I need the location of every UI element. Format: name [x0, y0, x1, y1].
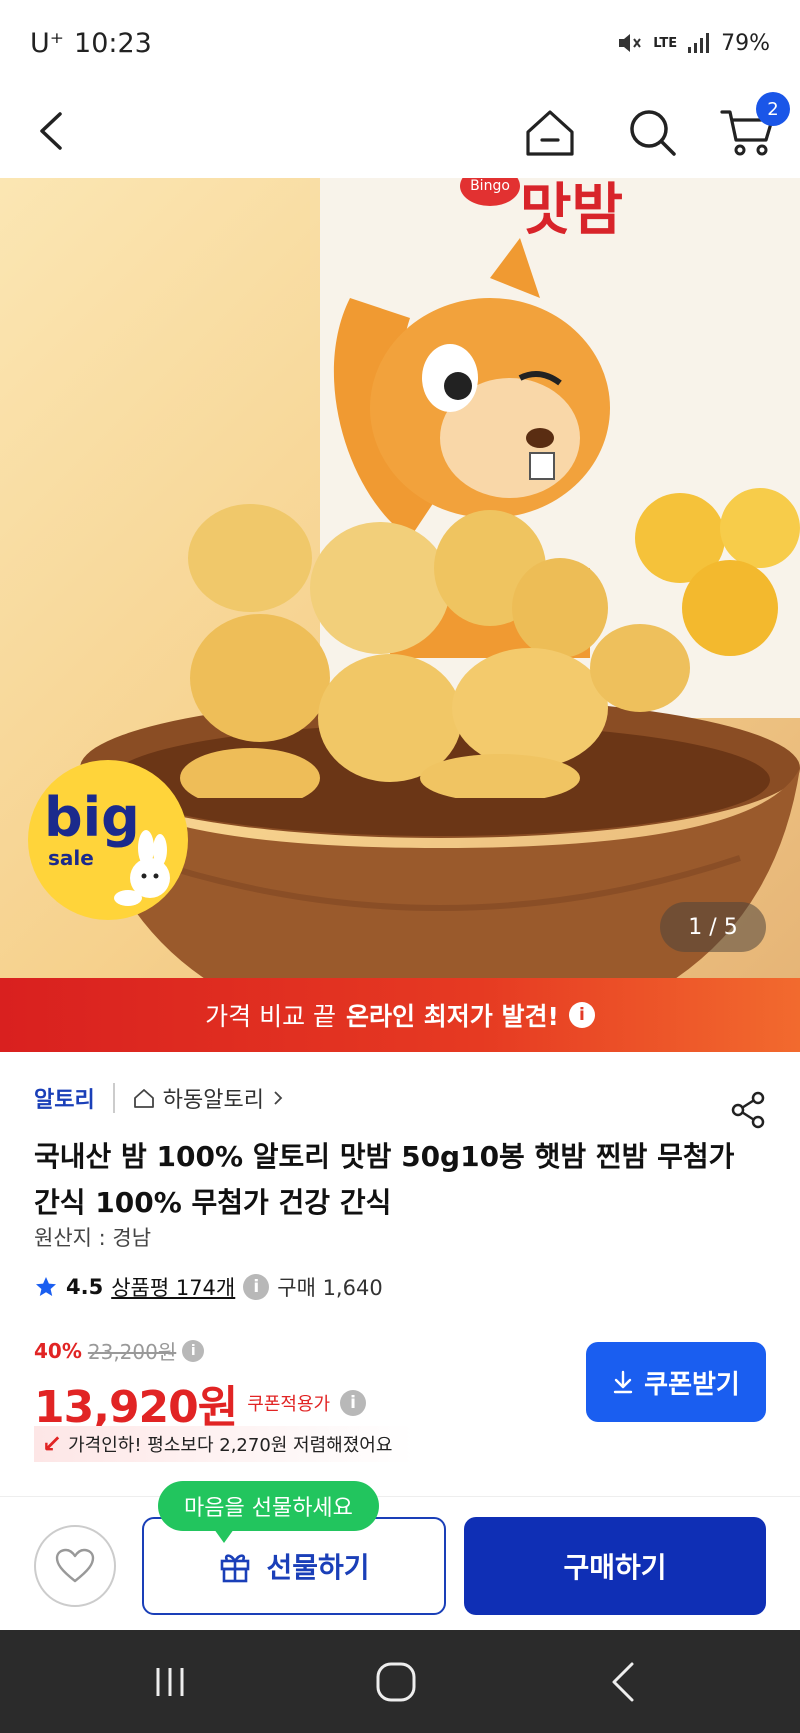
store-link[interactable]: 하동알토리 — [133, 1082, 284, 1114]
rabbit-icon — [114, 830, 170, 906]
price-block: 40% 23,200원 i 13,920원 쿠폰적용가 i — [34, 1336, 367, 1435]
brand-row: 알토리 하동알토리 — [34, 1082, 284, 1114]
mute-icon — [619, 34, 642, 52]
promo-highlight: 온라인 최저가 발견! — [346, 1002, 559, 1031]
network-type: LTE — [653, 35, 678, 51]
signal-icon — [688, 33, 710, 53]
carrier-label: U⁺ — [30, 27, 65, 59]
info-icon[interactable]: i — [568, 1002, 595, 1028]
search-icon[interactable] — [624, 104, 680, 160]
top-navigation — [0, 86, 800, 178]
share-icon[interactable] — [728, 1090, 768, 1130]
product-title: 국내산 밤 100% 알토리 맛밤 50g10봉 햇밤 찐밤 무첨가 간식 10… — [34, 1140, 735, 1219]
chevron-right-icon — [274, 1091, 283, 1105]
purchase-count: 구매 1,640 — [277, 1276, 383, 1300]
divider — [112, 1083, 115, 1113]
price-drop-notice: ↙ 가격인하! 평소보다 2,270원 저렴해졌어요 — [34, 1426, 414, 1462]
discount-rate: 40% — [34, 1338, 82, 1363]
store-name: 하동알토리 — [162, 1088, 264, 1113]
product-image-carousel[interactable]: Bingo 맛밤 big sale 1 / 5 — [0, 178, 800, 978]
lowest-price-banner[interactable]: 가격 비교 끝 온라인 최저가 발견! i — [0, 978, 800, 1052]
price-down-arrow-icon: ↙ — [42, 1430, 63, 1458]
home-icon[interactable] — [522, 104, 578, 160]
system-back-icon[interactable] — [604, 1660, 644, 1704]
gift-icon — [221, 1554, 250, 1583]
gift-button[interactable]: 선물하기 — [142, 1517, 446, 1615]
promo-text: 가격 비교 끝 — [205, 1002, 337, 1031]
status-bar: U⁺ 10:23 LTE 79% — [0, 0, 800, 86]
rating-score: 4.5 — [66, 1275, 104, 1299]
heart-icon — [55, 1548, 95, 1583]
battery-level: 79% — [721, 30, 770, 56]
big-sale-badge-sale: sale — [48, 846, 94, 870]
buy-button[interactable]: 구매하기 — [464, 1517, 766, 1615]
product-origin: 원산지 : 경남 — [34, 1226, 152, 1250]
rating-row: 4.5 상품평 174개 i 구매 1,640 — [34, 1272, 383, 1302]
image-page-indicator: 1 / 5 — [660, 902, 766, 952]
get-coupon-label: 쿠폰받기 — [644, 1369, 740, 1400]
gift-tooltip: 마음을 선물하세요 — [158, 1481, 379, 1543]
home-button-icon[interactable] — [374, 1660, 418, 1704]
recent-apps-icon[interactable] — [150, 1662, 190, 1702]
review-info-icon[interactable]: i — [243, 1274, 270, 1300]
get-coupon-button[interactable]: 쿠폰받기 — [586, 1342, 766, 1422]
package-brand-logo: Bingo — [460, 178, 520, 206]
original-price: 23,200원 — [87, 1340, 177, 1364]
star-icon — [36, 1277, 56, 1296]
cart-count-badge: 2 — [756, 92, 790, 126]
wishlist-button[interactable] — [34, 1525, 116, 1607]
bottom-action-bar: 선물하기 마음을 선물하세요 구매하기 — [0, 1481, 800, 1630]
clock: 10:23 — [74, 27, 152, 59]
chestnuts-in-bowl — [180, 504, 690, 798]
package-title: 맛밤 — [520, 178, 624, 243]
price-info-icon[interactable]: i — [182, 1339, 205, 1362]
coupon-applied-label: 쿠폰적용가 — [247, 1394, 331, 1415]
back-arrow-icon[interactable] — [30, 106, 80, 156]
coupon-price-info-icon[interactable]: i — [340, 1390, 367, 1416]
store-home-icon — [133, 1089, 154, 1108]
big-sale-badge: big sale — [28, 760, 188, 920]
price-drop-text: 가격인하! 평소보다 2,270원 저렴해졌어요 — [68, 1435, 393, 1456]
brand-link[interactable]: 알토리 — [34, 1082, 95, 1114]
review-count-link[interactable]: 상품평 174개 — [111, 1272, 235, 1302]
download-icon — [613, 1370, 633, 1394]
system-navigation-bar — [0, 1630, 800, 1733]
gift-button-label: 선물하기 — [266, 1551, 370, 1584]
